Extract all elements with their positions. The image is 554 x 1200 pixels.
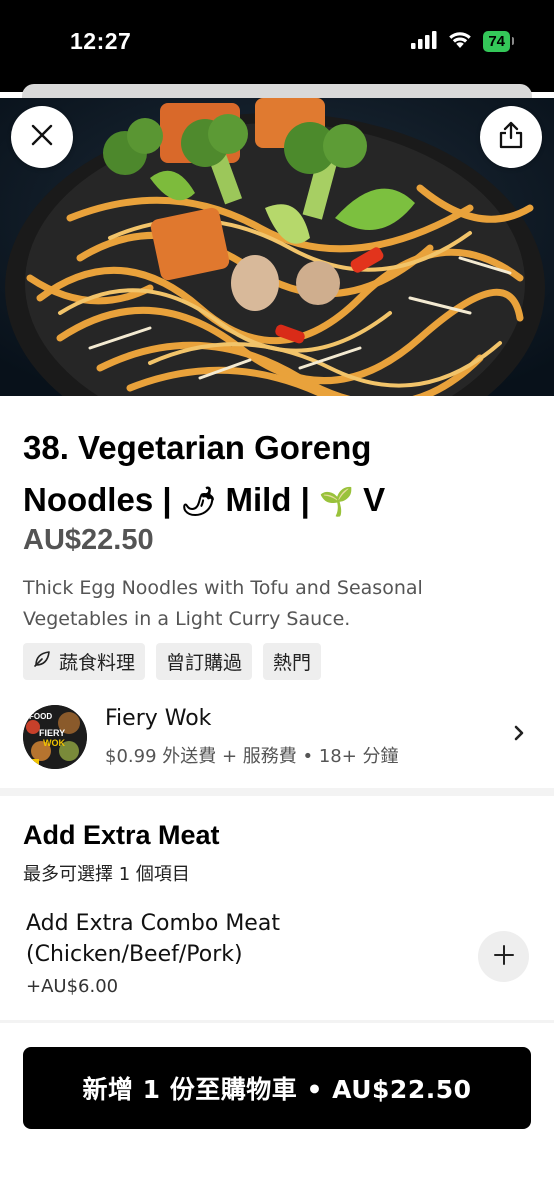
item-description: Thick Egg Noodles with Tofu and Seasonal… (23, 577, 423, 630)
option-name-line: Add Extra Combo Meat (26, 911, 280, 936)
item-title-part: Mild | (216, 481, 320, 518)
add-option-button[interactable] (478, 931, 529, 982)
item-title-line2: Noodles | 🌶 Mild | 🌱 V (23, 474, 523, 528)
share-icon (498, 121, 524, 153)
option-name: Add Extra Combo Meat (Chicken/Beef/Pork) (26, 908, 466, 970)
add-to-cart-button[interactable]: 新增 1 份至購物車 • AU$22.50 (23, 1047, 531, 1129)
tag-label: 蔬食料理 (59, 652, 136, 674)
option-name-line: (Chicken/Beef/Pork) (26, 942, 243, 967)
store-name: Fiery Wok (105, 706, 212, 731)
battery-indicator: 74 (483, 31, 514, 52)
tag-vegetarian: 蔬食料理 (23, 643, 146, 680)
options-section-subtitle: 最多可選擇 1 個項目 (23, 864, 190, 885)
option-item[interactable]: Add Extra Combo Meat (Chicken/Beef/Pork)… (26, 908, 466, 997)
item-price: AU$22.50 (23, 524, 154, 556)
option-price: +AU$6.00 (26, 976, 119, 997)
noodles-illustration (0, 98, 554, 396)
tag-label: 熱門 (273, 652, 312, 674)
item-title-line1: 38. Vegetarian Goreng (23, 429, 372, 466)
sprout-icon: 🌱 (319, 486, 354, 517)
status-time: 12:27 (70, 28, 132, 54)
chili-icon: 🌶 (180, 486, 217, 517)
signal-icon (411, 30, 437, 53)
logo-text: FOOD (29, 712, 52, 721)
close-button[interactable] (11, 106, 73, 168)
leaf-icon (33, 650, 51, 673)
status-icons: 74 (411, 30, 514, 53)
item-title-part: V (353, 481, 386, 518)
share-button[interactable] (480, 106, 542, 168)
item-title: 38. Vegetarian Goreng Noodles | 🌶 Mild |… (23, 422, 523, 528)
chevron-right-icon (513, 724, 525, 746)
tag-popular: 熱門 (263, 643, 322, 680)
tag-label: 曾訂購過 (166, 652, 243, 674)
options-section-title: Add Extra Meat (23, 820, 220, 850)
close-icon (30, 123, 54, 151)
item-title-part: Noodles | (23, 481, 181, 518)
item-photo (0, 98, 554, 396)
section-divider (0, 788, 554, 796)
tag-ordered-before: 曾訂購過 (156, 643, 253, 680)
store-row[interactable]: FOOD FIERY WOK Fiery Wok $0.99 外送費 + 服務費… (23, 704, 533, 770)
plus-icon (493, 944, 515, 970)
divider (0, 1020, 554, 1023)
store-logo: FOOD FIERY WOK (23, 705, 87, 769)
logo-text: FIERY (39, 728, 65, 738)
status-bar: 12:27 74 (0, 0, 554, 92)
logo-text: WOK (43, 738, 65, 748)
tag-list: 蔬食料理 曾訂購過 熱門 (23, 643, 322, 680)
wifi-icon (447, 30, 473, 53)
store-meta: $0.99 外送費 + 服務費 • 18+ 分鐘 (105, 746, 399, 767)
